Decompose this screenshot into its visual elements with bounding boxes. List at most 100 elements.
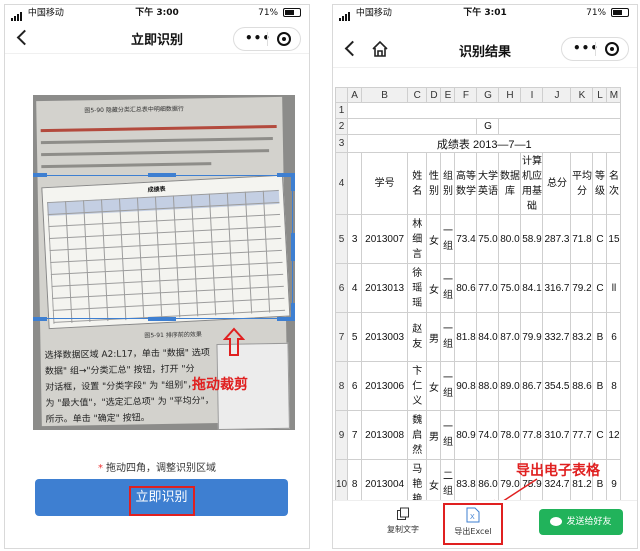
- table-cell[interactable]: 魏启然: [407, 410, 428, 460]
- column-header-row: A B C D E F G H I J K L M: [335, 87, 622, 103]
- row-number: 5: [335, 214, 349, 264]
- table-cell[interactable]: 一组: [440, 312, 456, 362]
- bottom-toolbar: 复制文字 X 导出Excel 发送给好友: [333, 500, 637, 548]
- table-cell[interactable]: 90.8: [454, 361, 478, 411]
- table-cell[interactable]: 75.0: [476, 214, 500, 264]
- table-cell[interactable]: 一组: [440, 214, 456, 264]
- table-cell[interactable]: 12: [606, 410, 622, 460]
- table-row: 9 7 2013008 魏启然男一组 80.9 74.0 78.0 77.8 310.7 77.7…: [335, 410, 622, 460]
- table-cell[interactable]: 310.7: [542, 410, 572, 460]
- table-cell[interactable]: 6: [606, 312, 622, 362]
- nav-bar: 立即识别 •••: [5, 23, 309, 54]
- table-cell[interactable]: 3: [347, 214, 363, 264]
- table-cell[interactable]: 87.0: [498, 312, 522, 362]
- table-cell[interactable]: 84.0: [476, 312, 500, 362]
- table-cell[interactable]: 5: [347, 312, 363, 362]
- table-cell[interactable]: 84.1: [520, 263, 544, 313]
- table-cell[interactable]: B: [592, 312, 608, 362]
- table-cell[interactable]: 332.7: [542, 312, 572, 362]
- battery-percent: 71%: [586, 8, 607, 18]
- battery-icon: [283, 8, 301, 17]
- table-cell[interactable]: 89.0: [498, 361, 522, 411]
- nav-bar: 识别结果 •••: [333, 31, 637, 68]
- table-cell[interactable]: 58.9: [520, 214, 544, 264]
- table-cell[interactable]: C: [592, 263, 608, 313]
- table-cell[interactable]: 一组: [440, 410, 456, 460]
- wechat-icon: [550, 517, 563, 526]
- table-cell[interactable]: 81.8: [454, 312, 478, 362]
- table-cell[interactable]: 2013003: [361, 312, 409, 362]
- table-cell[interactable]: 6: [347, 361, 363, 411]
- table-cell[interactable]: 80.0: [498, 214, 522, 264]
- table-cell[interactable]: 男: [426, 312, 442, 362]
- table-cell[interactable]: 88.0: [476, 361, 500, 411]
- table-cell[interactable]: 2013013: [361, 263, 409, 313]
- highlight-box: [443, 503, 503, 545]
- table-cell[interactable]: 71.8: [570, 214, 594, 264]
- table-row: 3 成绩表 2013—7—1: [335, 134, 622, 153]
- table-cell[interactable]: 80.9: [454, 410, 478, 460]
- table-cell[interactable]: 7: [347, 410, 363, 460]
- table-cell[interactable]: 77.8: [520, 410, 544, 460]
- table-cell[interactable]: 74.0: [476, 410, 500, 460]
- table-cell[interactable]: 2013006: [361, 361, 409, 411]
- table-cell[interactable]: B: [592, 361, 608, 411]
- table-cell[interactable]: 78.0: [498, 410, 522, 460]
- table-cell[interactable]: 赵友: [407, 312, 428, 362]
- send-to-friend-button[interactable]: 发送给好友: [539, 509, 623, 535]
- table-cell[interactable]: 287.3: [542, 214, 572, 264]
- table-cell[interactable]: 354.5: [542, 361, 572, 411]
- table-cell[interactable]: 一组: [440, 263, 456, 313]
- table-cell[interactable]: 79.9: [520, 312, 544, 362]
- table-cell[interactable]: 15: [606, 214, 622, 264]
- row-number: 6: [335, 263, 349, 313]
- table-cell[interactable]: 77.0: [476, 263, 500, 313]
- copy-icon: [397, 507, 409, 520]
- table-cell[interactable]: C: [592, 214, 608, 264]
- table-cell[interactable]: 8: [347, 459, 363, 501]
- close-target-icon[interactable]: [605, 42, 619, 56]
- table-cell[interactable]: 86.7: [520, 361, 544, 411]
- table-row: 7 5 2013003 赵友男一组 81.8 84.0 87.0 79.9 332.7 83.2 B…: [335, 312, 622, 362]
- table-cell[interactable]: 2013008: [361, 410, 409, 460]
- cell-g2[interactable]: G: [476, 118, 500, 135]
- battery-percent: 71%: [258, 8, 279, 18]
- table-cell[interactable]: 2013007: [361, 214, 409, 264]
- copy-text-button[interactable]: 复制文字: [373, 507, 433, 535]
- table-cell[interactable]: 一组: [440, 361, 456, 411]
- table-cell[interactable]: 83.8: [454, 459, 478, 501]
- table-cell[interactable]: 77.7: [570, 410, 594, 460]
- table-cell[interactable]: 4: [347, 263, 363, 313]
- crop-handle-right[interactable]: [291, 233, 295, 261]
- table-cell[interactable]: 女: [426, 459, 442, 501]
- table-cell[interactable]: 林细言: [407, 214, 428, 264]
- table-cell[interactable]: 9: [606, 459, 622, 501]
- table-cell[interactable]: 316.7: [542, 263, 572, 313]
- table-cell[interactable]: 80.6: [454, 263, 478, 313]
- table-cell[interactable]: 83.2: [570, 312, 594, 362]
- source-table: 成绩表: [41, 174, 291, 330]
- table-cell[interactable]: 马艳艳: [407, 459, 428, 501]
- table-cell[interactable]: 79.2: [570, 263, 594, 313]
- table-cell[interactable]: ll: [606, 263, 622, 313]
- spreadsheet-view[interactable]: A B C D E F G H I J K L M 1 2 G 3 成绩表 20…: [335, 87, 635, 501]
- table-cell[interactable]: 73.4: [454, 214, 478, 264]
- table-cell[interactable]: 女: [426, 263, 442, 313]
- table-cell[interactable]: 二组: [440, 459, 456, 501]
- miniprogram-capsule: •••: [561, 37, 629, 61]
- table-cell[interactable]: 88.6: [570, 361, 594, 411]
- table-cell[interactable]: 女: [426, 361, 442, 411]
- row-number: 9: [335, 410, 349, 460]
- table-cell[interactable]: 女: [426, 214, 442, 264]
- header-row: 4 学号 姓名 性别 组别 高等数学 大学英语 数据库 计算机应用基础 总分 平…: [335, 152, 622, 215]
- table-title-cell[interactable]: 成绩表 2013—7—1: [347, 134, 622, 153]
- table-cell[interactable]: 卞仁义: [407, 361, 428, 411]
- table-cell[interactable]: 男: [426, 410, 442, 460]
- highlight-box: [129, 486, 195, 516]
- table-cell[interactable]: 75.0: [498, 263, 522, 313]
- table-cell[interactable]: 徐瑶瑶: [407, 263, 428, 313]
- close-target-icon[interactable]: [277, 32, 291, 46]
- table-cell[interactable]: C: [592, 410, 608, 460]
- table-cell[interactable]: 2013004: [361, 459, 409, 501]
- table-cell[interactable]: 8: [606, 361, 622, 411]
